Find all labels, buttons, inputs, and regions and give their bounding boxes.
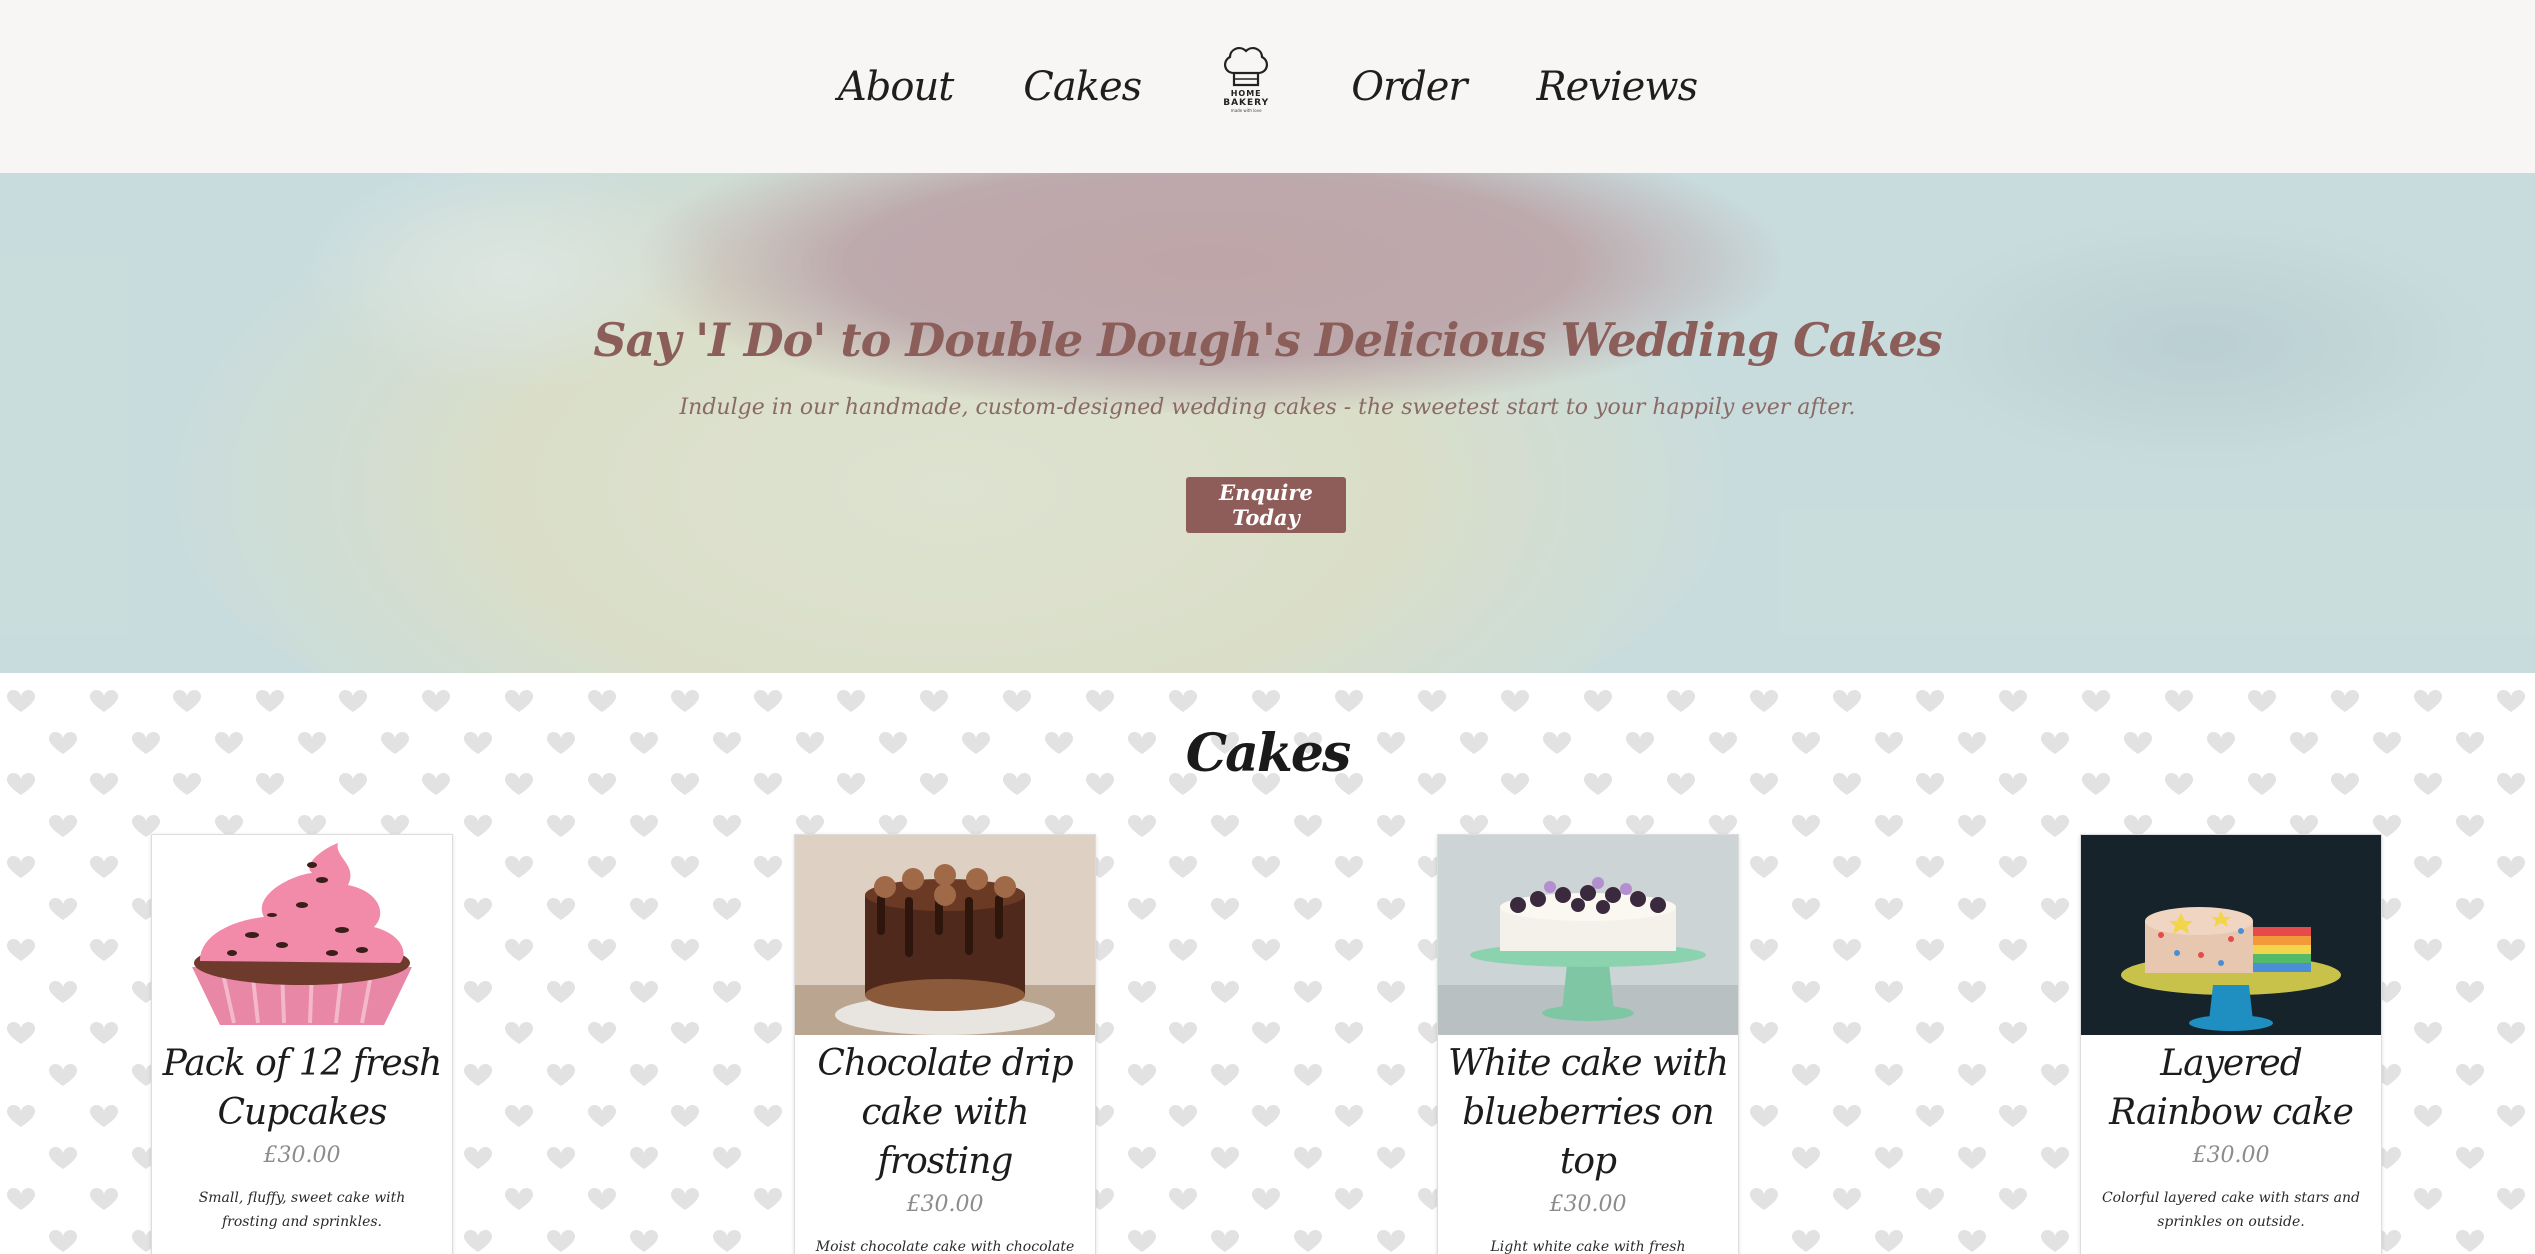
cake-card[interactable]: Pack of 12 fresh Cupcakes £30.00 Small, … bbox=[151, 834, 453, 1254]
cake-card[interactable]: Chocolate drip cake with frosting £30.00… bbox=[794, 834, 1096, 1254]
cake-description: Colorful layered cake with stars and spr… bbox=[2101, 1190, 2361, 1230]
cakes-section: Cakes Pack of 12 fresh Cupcakes £30.00 S… bbox=[0, 673, 2535, 1254]
site-header: About Cakes HOME BAKERY made with love O… bbox=[0, 0, 2535, 173]
chef-hat-icon bbox=[1224, 46, 1269, 86]
cupcake-image bbox=[152, 835, 452, 1035]
hero-subtitle: Indulge in our handmade, custom-designed… bbox=[679, 395, 1856, 420]
logo-line-1: HOME bbox=[1230, 88, 1262, 98]
chocolate-cake-image bbox=[795, 835, 1095, 1035]
nav-cakes-link[interactable]: Cakes bbox=[1023, 64, 1142, 110]
hero-content: Say 'I Do' to Double Dough's Delicious W… bbox=[0, 173, 2535, 673]
main-nav: About Cakes HOME BAKERY made with love O… bbox=[838, 43, 1699, 131]
cake-name: Chocolate drip cake with frosting bbox=[817, 1043, 1073, 1182]
enquire-today-button[interactable]: Enquire Today bbox=[1186, 477, 1346, 533]
cake-price: £30.00 bbox=[906, 1192, 984, 1217]
hero-banner: Say 'I Do' to Double Dough's Delicious W… bbox=[0, 173, 2535, 673]
cakes-section-title: Cakes bbox=[1185, 723, 1351, 784]
cake-name: Layered Rainbow cake bbox=[2109, 1043, 2354, 1133]
cake-price: £30.00 bbox=[2192, 1143, 2270, 1168]
cake-card[interactable]: White cake with blueberries on top £30.0… bbox=[1437, 834, 1739, 1254]
cake-name: White cake with blueberries on top bbox=[1447, 1043, 1729, 1182]
nav-reviews-link[interactable]: Reviews bbox=[1537, 64, 1699, 110]
cake-price: £30.00 bbox=[263, 1143, 341, 1168]
cake-card[interactable]: Layered Rainbow cake £30.00 Colorful lay… bbox=[2080, 834, 2382, 1254]
cake-description: Moist chocolate cake with chocolate drip… bbox=[815, 1239, 1075, 1254]
nav-order-link[interactable]: Order bbox=[1351, 64, 1467, 110]
cake-name: Pack of 12 fresh Cupcakes bbox=[162, 1043, 443, 1133]
cake-description: Light white cake with fresh blueberries … bbox=[1490, 1239, 1686, 1254]
logo-tagline: made with love bbox=[1230, 107, 1262, 113]
nav-about-link[interactable]: About bbox=[838, 64, 954, 110]
rainbow-cake-image bbox=[2081, 835, 2381, 1035]
cake-description: Small, fluffy, sweet cake with frosting … bbox=[198, 1190, 406, 1230]
logo-line-2: BAKERY bbox=[1223, 97, 1270, 108]
home-bakery-logo[interactable]: HOME BAKERY made with love bbox=[1213, 43, 1279, 131]
cake-price: £30.00 bbox=[1549, 1192, 1627, 1217]
hero-title: Say 'I Do' to Double Dough's Delicious W… bbox=[593, 313, 1942, 367]
blueberry-cake-image bbox=[1438, 835, 1738, 1035]
